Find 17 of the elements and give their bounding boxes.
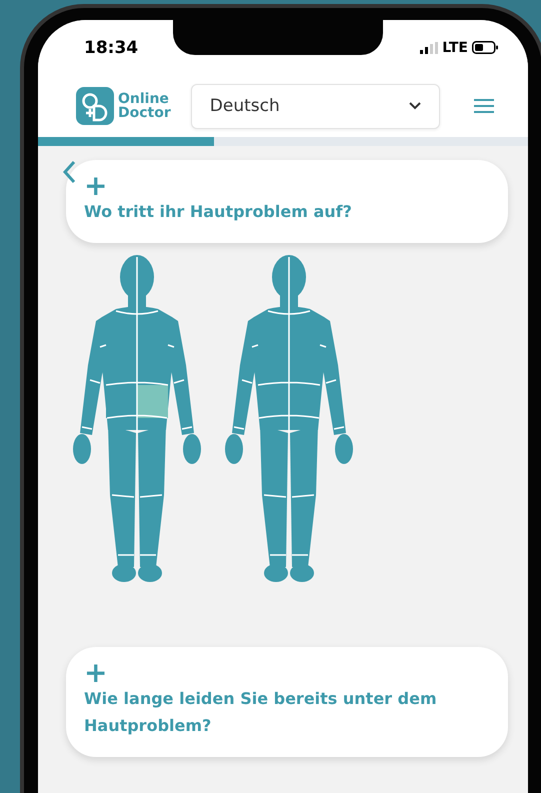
plus-icon: + [84, 174, 108, 198]
question-card[interactable]: + Wie lange leiden Sie bereits unter dem Hautproblem? [66, 647, 508, 757]
question-card[interactable]: + Wo tritt ihr Hautproblem auf? [66, 160, 508, 243]
status-time: 18:34 [84, 38, 138, 58]
menu-icon[interactable] [474, 99, 494, 113]
language-select[interactable]: Deutsch [190, 84, 440, 128]
back-chevron-icon[interactable] [62, 160, 76, 184]
question-title: Wo tritt ihr Hautproblem auf? [84, 201, 352, 223]
battery-icon [472, 41, 498, 54]
chevron-down-icon [409, 102, 421, 110]
logo-text: Doctor [118, 106, 171, 120]
plus-icon: + [84, 661, 108, 685]
network-label: LTE [442, 40, 468, 56]
logo-text: Online [118, 92, 169, 106]
question-title: Wie lange leiden Sie bereits unter dem Hautproblem? [84, 688, 438, 737]
logo-icon [76, 87, 114, 125]
signal-icon [420, 42, 438, 54]
